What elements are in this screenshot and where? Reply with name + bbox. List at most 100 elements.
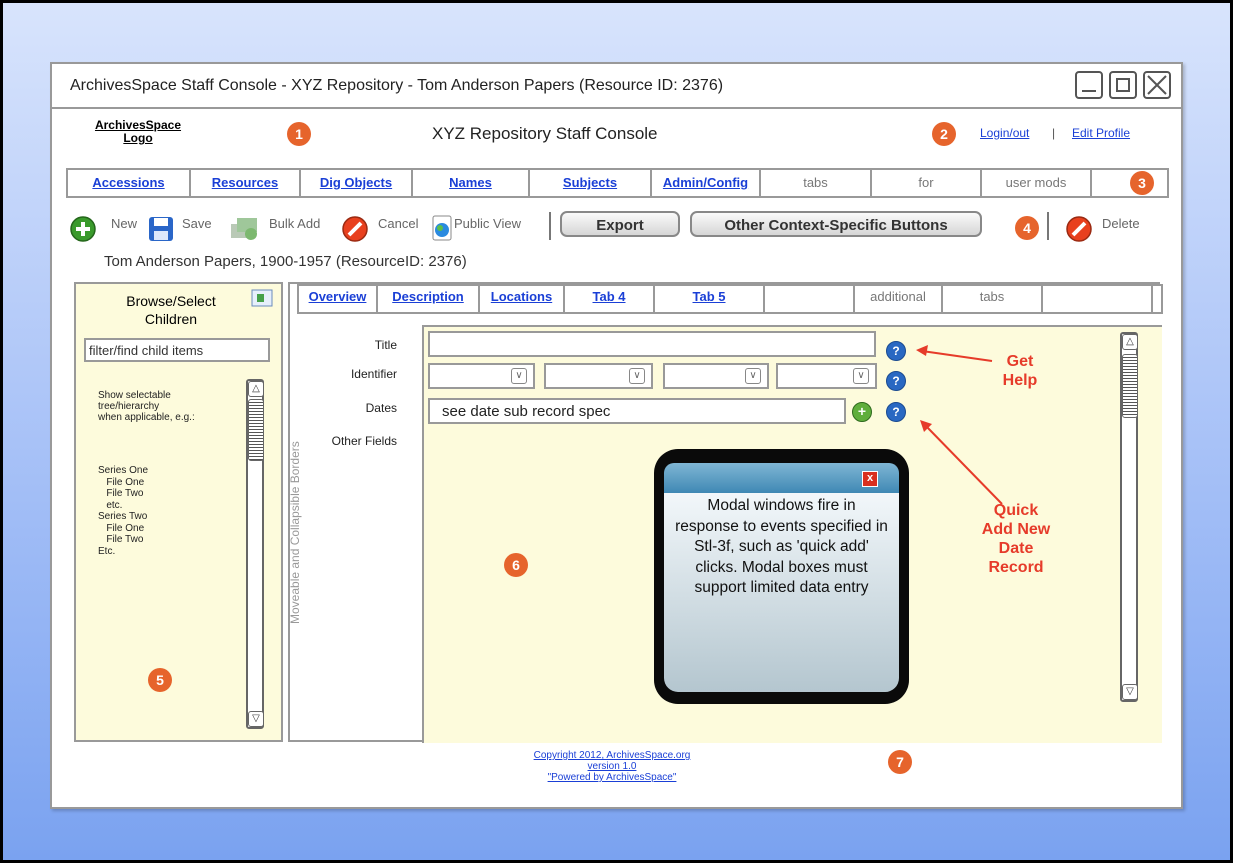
form-scrollbar[interactable]: △ ▽	[1120, 332, 1138, 702]
copyright-link[interactable]: Copyright 2012, ArchivesSpace.org	[462, 750, 762, 761]
tab-user-mods: user mods	[982, 170, 1092, 196]
scroll-thumb[interactable]	[1122, 354, 1138, 418]
other-context-buttons[interactable]: Other Context-Specific Buttons	[690, 211, 982, 237]
filter-placeholder: filter/find child items	[89, 343, 204, 358]
modal-close-icon[interactable]: x	[862, 471, 878, 487]
scroll-up-icon[interactable]: △	[248, 381, 264, 397]
tab-label: Description	[392, 289, 464, 304]
tab-empty-5	[765, 286, 855, 312]
header-separator: |	[1052, 126, 1056, 140]
browse-panel-title: Browse/Select Children	[126, 293, 216, 327]
record-tabs: Overview Description Locations Tab 4 Tab 5 ad…	[297, 284, 1163, 314]
new-button[interactable]: New	[111, 216, 137, 231]
chevron-down-icon[interactable]: ∨	[745, 368, 761, 384]
tab-label: additional	[870, 289, 926, 304]
callout-badge-3: 3	[1130, 171, 1154, 195]
toolbar-divider	[549, 212, 551, 240]
tab-label: Subjects	[562, 175, 618, 190]
identifier-part-4[interactable]: ∨	[776, 363, 877, 389]
tab-label: user mods	[1005, 175, 1067, 190]
tab-tab-4[interactable]: Tab 4	[565, 286, 655, 312]
scroll-down-icon[interactable]: ▽	[1122, 684, 1138, 700]
tab-subjects[interactable]: Subjects	[530, 170, 652, 196]
scroll-down-icon[interactable]: ▽	[248, 711, 264, 727]
callout-badge-4: 4	[1015, 216, 1039, 240]
login-logout-link[interactable]: Login/out	[980, 126, 1029, 140]
panel-toggle-icon[interactable]	[251, 289, 273, 307]
tab-tabs: tabs	[761, 170, 872, 196]
tab-for: for	[872, 170, 982, 196]
delete-button[interactable]: Delete	[1102, 216, 1140, 231]
footer: Copyright 2012, ArchivesSpace.org versio…	[462, 750, 762, 783]
edit-profile-link[interactable]: Edit Profile	[1072, 126, 1130, 140]
tab-locations[interactable]: Locations	[480, 286, 565, 312]
public-view-icon[interactable]	[430, 214, 454, 242]
tab-admin-config[interactable]: Admin/Config	[652, 170, 761, 196]
staff-console-window: ArchivesSpace Staff Console - XYZ Reposi…	[50, 62, 1183, 809]
console-title: XYZ Repository Staff Console	[432, 124, 658, 143]
toolbar-divider-2	[1047, 212, 1049, 240]
chevron-down-icon[interactable]: ∨	[853, 368, 869, 384]
save-button[interactable]: Save	[182, 216, 212, 231]
tab-empty-8	[1043, 286, 1153, 312]
window-title: ArchivesSpace Staff Console - XYZ Reposi…	[70, 77, 724, 94]
cancel-icon[interactable]	[342, 216, 368, 242]
dates-label: Dates	[365, 401, 397, 415]
tab-resources[interactable]: Resources	[191, 170, 301, 196]
modal-body: Modal windows fire in response to events…	[664, 493, 899, 692]
callout-badge-6: 6	[504, 553, 528, 577]
chevron-down-icon[interactable]: ∨	[511, 368, 527, 384]
archivesspace-logo[interactable]: ArchivesSpace Logo	[78, 119, 198, 145]
scroll-up-icon[interactable]: △	[1122, 334, 1138, 350]
bulk-add-button[interactable]: Bulk Add	[269, 216, 320, 231]
get-help-annotation: Get Help	[1002, 353, 1038, 389]
bulk-add-icon[interactable]	[229, 214, 259, 242]
floppy-disk-icon[interactable]	[148, 216, 174, 242]
tab-label: Accessions	[92, 175, 165, 190]
tab-description[interactable]: Description	[378, 286, 480, 312]
identifier-part-2[interactable]: ∨	[544, 363, 653, 389]
title-label: Title	[374, 338, 397, 352]
modal-text: Modal windows fire in response to events…	[675, 497, 888, 596]
title-input[interactable]	[428, 331, 876, 357]
tab-overview[interactable]: Overview	[299, 286, 378, 312]
tab-label: Locations	[490, 289, 553, 304]
minimize-icon[interactable]	[1075, 71, 1103, 99]
tab-tabs: tabs	[943, 286, 1043, 312]
chevron-down-icon[interactable]: ∨	[629, 368, 645, 384]
tab-accessions[interactable]: Accessions	[68, 170, 191, 196]
browse-scrollbar[interactable]: △ ▽	[246, 379, 264, 729]
callout-badge-2: 2	[932, 122, 956, 146]
record-heading: Tom Anderson Papers, 1900-1957 (Resource…	[104, 253, 467, 270]
tab-label: Overview	[308, 289, 367, 304]
tab-additional: additional	[855, 286, 943, 312]
tab-dig-objects[interactable]: Dig Objects	[301, 170, 413, 196]
modal-titlebar: x	[664, 463, 899, 493]
public-view-button[interactable]: Public View	[454, 216, 521, 231]
other-fields-label: Other Fields	[331, 434, 397, 448]
delete-icon[interactable]	[1066, 216, 1092, 242]
version-link[interactable]: version 1.0	[462, 761, 762, 772]
maximize-icon[interactable]	[1109, 71, 1137, 99]
child-filter-input[interactable]: filter/find child items	[84, 338, 270, 362]
callout-badge-5: 5	[148, 668, 172, 692]
tab-tab-5[interactable]: Tab 5	[655, 286, 765, 312]
hierarchy-tree[interactable]: Series One File One File Two etc. Series…	[98, 465, 148, 557]
identifier-part-1[interactable]: ∨	[428, 363, 535, 389]
tab-label: tabs	[803, 175, 828, 190]
tab-label: Tab 5	[692, 289, 726, 304]
tab-label: Resources	[211, 175, 279, 190]
dates-input[interactable]: see date sub record spec	[428, 398, 846, 424]
tab-label: Admin/Config	[662, 175, 749, 190]
powered-by-link[interactable]: "Powered by ArchivesSpace"	[462, 772, 762, 783]
tree-note: Show selectable tree/hierarchy when appl…	[98, 390, 195, 423]
scroll-thumb[interactable]	[248, 399, 264, 461]
main-nav-tabs: Accessions Resources Dig Objects Names Subje…	[66, 168, 1169, 198]
identifier-part-3[interactable]: ∨	[663, 363, 769, 389]
close-icon[interactable]	[1143, 71, 1171, 99]
export-button[interactable]: Export	[560, 211, 680, 237]
plus-circle-icon[interactable]	[70, 216, 96, 242]
add-date-icon[interactable]: +	[852, 402, 872, 422]
cancel-button[interactable]: Cancel	[378, 216, 418, 231]
tab-names[interactable]: Names	[413, 170, 530, 196]
